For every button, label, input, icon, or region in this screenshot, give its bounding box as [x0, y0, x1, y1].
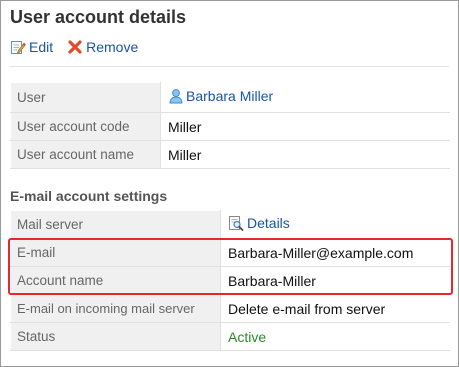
table-row: Account name Barbara-Miller — [10, 266, 450, 295]
remove-button[interactable]: Remove — [67, 39, 138, 55]
user-name: Barbara Miller — [186, 88, 274, 104]
row-label-mail-server: Mail server — [10, 210, 221, 239]
remove-label: Remove — [86, 39, 139, 55]
row-label-mail-account-name: Account name — [10, 266, 221, 295]
details-link[interactable]: Details — [228, 215, 290, 231]
section-title-email-settings: E-mail account settings — [10, 188, 168, 204]
row-value-account-code: Miller — [160, 112, 450, 141]
row-value-mail-account-name: Barbara-Miller — [220, 266, 450, 295]
edit-label: Edit — [29, 39, 54, 55]
row-value-account-name: Miller — [160, 140, 450, 169]
details-label: Details — [247, 215, 290, 231]
page-title: User account details — [10, 7, 187, 27]
row-label-user: User — [10, 82, 161, 113]
edit-icon — [10, 39, 26, 55]
table-row: E-mail Barbara-Miller@example.com — [10, 238, 450, 267]
table-row: E-mail on incoming mail server Delete e-… — [10, 294, 450, 323]
row-label-status: Status — [10, 322, 221, 351]
user-account-details-panel: User account details Edit Remove User Ba… — [0, 0, 459, 367]
table-row: User account name Miller — [10, 140, 450, 169]
user-info-table: User Barbara Miller User account code Mi… — [10, 82, 450, 169]
row-value-mail-server: Details — [220, 210, 450, 239]
table-row: User account code Miller — [10, 112, 450, 141]
table-row: Status Active — [10, 322, 450, 351]
table-row: User Barbara Miller — [10, 82, 450, 113]
row-label-incoming-mail: E-mail on incoming mail server — [10, 294, 221, 323]
edit-button[interactable]: Edit — [10, 39, 53, 55]
status-badge: Active — [228, 328, 267, 345]
email-settings-table: Mail server Details E-mail Barbara-Mille… — [10, 210, 450, 351]
user-icon — [168, 88, 184, 104]
remove-x-icon — [67, 39, 83, 55]
divider — [10, 66, 449, 67]
toolbar: Edit Remove — [10, 37, 152, 57]
row-value-incoming-mail: Delete e-mail from server — [220, 294, 450, 323]
row-label-email: E-mail — [10, 238, 221, 267]
table-row: Mail server Details — [10, 210, 450, 239]
row-value-user: Barbara Miller — [160, 82, 450, 113]
row-value-status: Active — [220, 322, 450, 351]
user-link[interactable]: Barbara Miller — [168, 88, 273, 104]
row-label-account-name: User account name — [10, 140, 161, 169]
row-label-account-code: User account code — [10, 112, 161, 141]
row-value-email: Barbara-Miller@example.com — [220, 238, 450, 267]
magnifier-details-icon — [228, 215, 244, 231]
